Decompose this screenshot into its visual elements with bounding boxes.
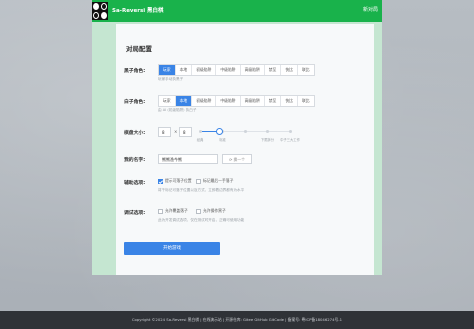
- board-rows-input[interactable]: 8: [158, 127, 171, 137]
- black-role-option[interactable]: 联比: [298, 65, 314, 75]
- board-size-label: 棋盘大小:: [124, 131, 146, 136]
- black-role-selector: 玩家 本地 初级陷阱 中级陷阱 高级陷阱 禁至 快比 联比: [158, 64, 315, 76]
- debug-label: 调试选项:: [124, 211, 146, 216]
- checkbox-icon: [158, 178, 163, 184]
- black-role-option[interactable]: 快比: [281, 65, 298, 75]
- new-game-link[interactable]: 新对局: [363, 6, 378, 13]
- black-role-option[interactable]: 高级陷阱: [241, 65, 265, 75]
- start-game-button[interactable]: 开始游戏: [124, 242, 220, 255]
- slider-tick[interactable]: [288, 130, 292, 133]
- board-cols-input[interactable]: 8: [179, 127, 192, 137]
- brand-title[interactable]: Sa-Reversi 黑白棋: [112, 6, 164, 14]
- slider-tick[interactable]: [198, 130, 202, 133]
- page-title: 对局配置: [126, 45, 152, 53]
- slider-handle[interactable]: [216, 128, 224, 135]
- white-role-option[interactable]: 高级陷阱: [241, 96, 265, 106]
- checkbox-icon: [158, 208, 163, 214]
- assist-mark-last-label: 标记最后一手落子: [203, 178, 234, 183]
- slider-tick-label: 下限拆分: [260, 138, 275, 142]
- white-role-option[interactable]: 中级陷阱: [216, 96, 241, 106]
- checkbox-icon: [196, 208, 201, 214]
- name-input[interactable]: 熊熊渔今熊: [158, 154, 218, 164]
- black-role-option[interactable]: 中级陷阱: [216, 65, 241, 75]
- board-size-slider[interactable]: 经典 标准 下限拆分 中子三大工作: [197, 128, 300, 142]
- black-role-option[interactable]: 初级陷阱: [192, 65, 217, 75]
- black-role-label: 黑子角色:: [124, 69, 146, 74]
- footer: Copyright ©2024 Sa-Reversi 黑白棋 | 在线演示站 |…: [0, 311, 474, 329]
- black-role-option[interactable]: 禁至: [265, 65, 282, 75]
- debug-allow-overwrite-checkbox[interactable]: 允许覆盖落子: [158, 208, 188, 214]
- white-role-option[interactable]: 初级陷阱: [192, 96, 217, 106]
- assist-hint-moves-checkbox[interactable]: 提示可落子位置: [158, 178, 192, 184]
- debug-allow-overwrite-label: 允许覆盖落子: [165, 208, 188, 213]
- assist-hint-moves-label: 提示可落子位置: [165, 178, 192, 183]
- black-role-option[interactable]: 本地: [176, 65, 193, 75]
- random-name-label: 换一个: [233, 157, 245, 162]
- white-role-option[interactable]: 本地: [175, 96, 193, 106]
- slider-tick-label: 经典: [196, 138, 204, 142]
- white-role-selector: 玩家 本地 初级陷阱 中级陷阱 高级陷阱 禁至 快比 联比: [158, 95, 315, 107]
- assist-mark-last-checkbox[interactable]: 标记最后一手落子: [196, 178, 233, 184]
- content-frame: 对局配置 黑子角色: 玩家 本地 初级陷阱 中级陷阱 高级陷阱 禁至 快比 联比 玩家手动执黑…: [92, 22, 382, 275]
- footer-text: Copyright ©2024 Sa-Reversi 黑白棋 | 在线演示站 |…: [131, 317, 343, 322]
- name-label: 我的名字:: [124, 158, 146, 163]
- top-navbar: Sa-Reversi 黑白棋 新对局: [92, 0, 382, 22]
- config-panel: 对局配置 黑子角色: 玩家 本地 初级陷阱 中级陷阱 高级陷阱 禁至 快比 联比 玩家手动执黑…: [116, 24, 374, 275]
- white-role-hint: 由 AI (初级陷阱) 执白子: [158, 108, 197, 112]
- times-sign: ×: [174, 129, 178, 134]
- white-role-label: 白子角色:: [124, 100, 146, 105]
- assist-hint: 将千标记可落子位置以及方式，立即着边界都有为水平: [158, 188, 245, 192]
- white-role-option[interactable]: 禁至: [265, 96, 282, 106]
- debug-control-black-label: 允许操作黑子: [203, 208, 226, 213]
- white-role-option[interactable]: 玩家: [159, 96, 176, 106]
- white-role-option[interactable]: 快比: [281, 96, 298, 106]
- black-role-hint: 玩家手动执黑子: [158, 77, 184, 81]
- white-role-option[interactable]: 联比: [298, 96, 314, 106]
- black-role-option[interactable]: 玩家: [159, 65, 176, 75]
- debug-control-black-checkbox[interactable]: 允许操作黑子: [196, 208, 226, 214]
- random-name-button[interactable]: ⟳ 换一个: [222, 154, 252, 164]
- slider-tick-label: 标准: [219, 138, 226, 142]
- slider-tick-label: 中子三大工作: [280, 138, 300, 142]
- assist-label: 辅助选项:: [124, 181, 146, 186]
- reversi-logo-icon[interactable]: [92, 2, 108, 20]
- checkbox-icon: [196, 178, 201, 184]
- debug-hint: 此为开发调试选项，仅在测试时开启，正确可使用功能: [158, 218, 245, 222]
- slider-tick[interactable]: [266, 130, 269, 133]
- slider-tick[interactable]: [243, 130, 247, 133]
